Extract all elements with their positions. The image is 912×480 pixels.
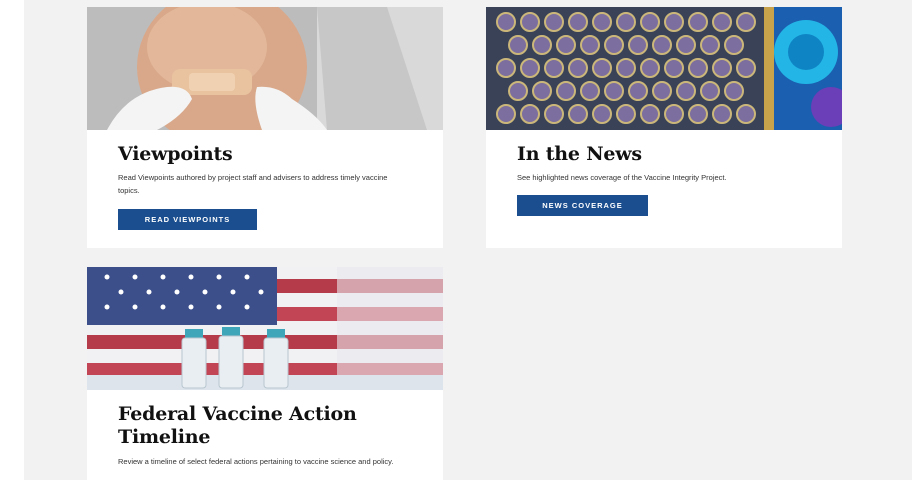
news-image <box>486 7 842 130</box>
news-coverage-button[interactable]: NEWS COVERAGE <box>517 195 648 216</box>
card-in-the-news: In the News See highlighted news coverag… <box>486 7 842 248</box>
read-viewpoints-button[interactable]: READ VIEWPOINTS <box>118 209 257 230</box>
card-title: Viewpoints <box>118 143 233 165</box>
timeline-image <box>87 267 443 390</box>
card-description: See highlighted news coverage of the Vac… <box>517 173 727 182</box>
card-title: Federal Vaccine Action Timeline <box>118 403 357 448</box>
card-description: Review a timeline of select federal acti… <box>118 457 394 466</box>
viewpoints-image <box>87 7 443 130</box>
card-description: Read Viewpoints authored by project staf… <box>118 173 388 195</box>
card-federal-vaccine-action-timeline: Federal Vaccine Action Timeline Review a… <box>87 267 443 480</box>
card-title: In the News <box>517 143 642 165</box>
card-viewpoints: Viewpoints Read Viewpoints authored by p… <box>87 7 443 248</box>
